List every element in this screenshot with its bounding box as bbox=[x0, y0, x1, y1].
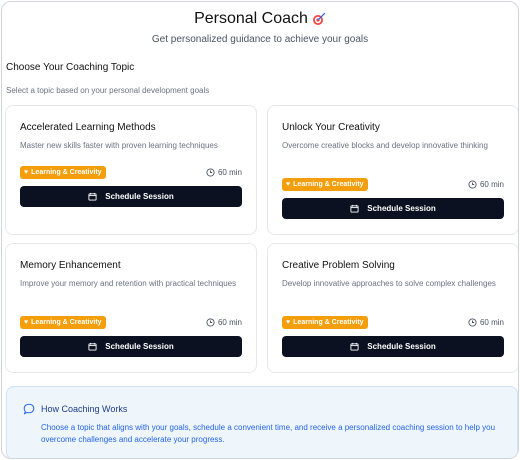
calendar-icon bbox=[88, 342, 97, 351]
heart-icon: ♥ bbox=[24, 319, 29, 326]
card-meta: ♥ Learning & Creativity 60 min bbox=[20, 166, 242, 179]
schedule-session-button[interactable]: Schedule Session bbox=[282, 336, 504, 357]
section-subtitle: Select a topic based on your personal de… bbox=[6, 86, 210, 95]
info-title: How Coaching Works bbox=[41, 404, 128, 414]
clock-icon bbox=[206, 318, 215, 327]
button-label: Schedule Session bbox=[367, 204, 436, 213]
duration: 60 min bbox=[206, 168, 242, 177]
card-meta: ♥ Learning & Creativity 60 min bbox=[20, 316, 242, 329]
duration-label: 60 min bbox=[479, 318, 504, 327]
calendar-icon bbox=[350, 342, 359, 351]
card-description: Develop innovative approaches to solve c… bbox=[282, 279, 496, 288]
category-badge: ♥ Learning & Creativity bbox=[282, 316, 368, 329]
heart-icon: ♥ bbox=[286, 181, 291, 188]
info-text: Choose a topic that aligns with your goa… bbox=[41, 423, 496, 444]
category-badge: ♥ Learning & Creativity bbox=[282, 178, 368, 191]
badge-label: Learning & Creativity bbox=[31, 169, 102, 176]
card-description: Improve your memory and retention with p… bbox=[20, 279, 237, 288]
category-badge: ♥ Learning & Creativity bbox=[20, 166, 106, 179]
heart-icon: ♥ bbox=[24, 169, 29, 176]
card-meta: ♥ Learning & Creativity 60 min bbox=[282, 178, 504, 191]
duration: 60 min bbox=[468, 318, 504, 327]
button-label: Schedule Session bbox=[367, 342, 436, 351]
category-badge: ♥ Learning & Creativity bbox=[20, 316, 106, 329]
card-description: Overcome creative blocks and develop inn… bbox=[282, 141, 488, 150]
duration-label: 60 min bbox=[217, 318, 242, 327]
clock-icon bbox=[206, 168, 215, 177]
clock-icon bbox=[468, 180, 477, 189]
how-coaching-works-panel: How Coaching Works Choose a topic that a… bbox=[6, 386, 518, 458]
schedule-session-button[interactable]: Schedule Session bbox=[282, 198, 504, 219]
card-title: Accelerated Learning Methods bbox=[20, 122, 156, 133]
topic-card[interactable]: Accelerated Learning Methods Master new … bbox=[5, 105, 257, 235]
card-meta: ♥ Learning & Creativity 60 min bbox=[282, 316, 504, 329]
app-window: Personal Coach Get personalized guidance… bbox=[1, 1, 519, 459]
topic-card[interactable]: Unlock Your Creativity Overcome creative… bbox=[267, 105, 518, 235]
duration: 60 min bbox=[206, 318, 242, 327]
duration: 60 min bbox=[468, 180, 504, 189]
button-label: Schedule Session bbox=[105, 192, 174, 201]
card-description: Master new skills faster with proven lea… bbox=[20, 141, 218, 150]
page-header: Personal Coach Get personalized guidance… bbox=[2, 2, 518, 45]
topic-card[interactable]: Creative Problem Solving Develop innovat… bbox=[267, 243, 518, 373]
duration-label: 60 min bbox=[217, 168, 242, 177]
badge-label: Learning & Creativity bbox=[293, 319, 364, 326]
section-title: Choose Your Coaching Topic bbox=[6, 62, 135, 73]
page-subtitle: Get personalized guidance to achieve you… bbox=[151, 34, 369, 45]
topic-card[interactable]: Memory Enhancement Improve your memory a… bbox=[5, 243, 257, 373]
card-title: Memory Enhancement bbox=[20, 260, 121, 271]
page-title: Personal Coach bbox=[194, 10, 308, 27]
clock-icon bbox=[468, 318, 477, 327]
badge-label: Learning & Creativity bbox=[293, 181, 364, 188]
chat-bubble-icon bbox=[23, 403, 35, 415]
duration-label: 60 min bbox=[479, 180, 504, 189]
page-title-row: Personal Coach bbox=[194, 10, 326, 28]
card-title: Unlock Your Creativity bbox=[282, 122, 380, 133]
schedule-session-button[interactable]: Schedule Session bbox=[20, 336, 242, 357]
calendar-icon bbox=[88, 192, 97, 201]
card-title: Creative Problem Solving bbox=[282, 260, 395, 271]
heart-icon: ♥ bbox=[286, 319, 291, 326]
schedule-session-button[interactable]: Schedule Session bbox=[20, 186, 242, 207]
badge-label: Learning & Creativity bbox=[31, 319, 102, 326]
button-label: Schedule Session bbox=[105, 342, 174, 351]
target-icon bbox=[312, 12, 326, 25]
calendar-icon bbox=[350, 204, 359, 213]
